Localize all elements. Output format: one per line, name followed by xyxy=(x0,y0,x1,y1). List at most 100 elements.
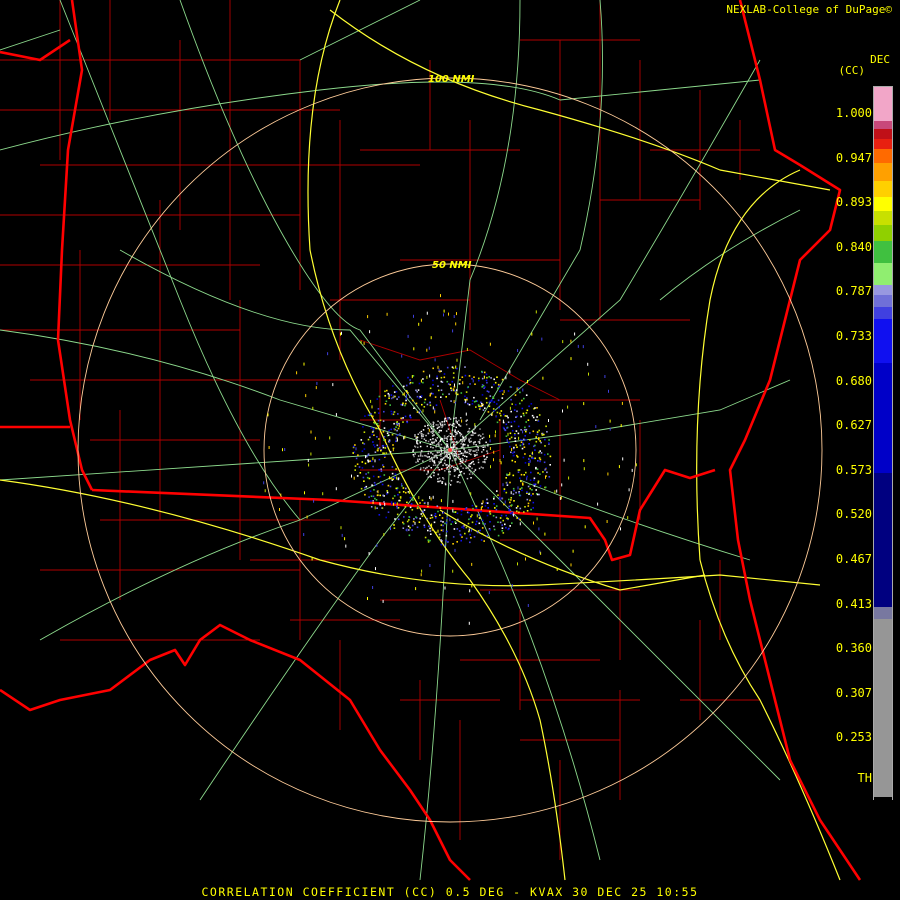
echo-pixel xyxy=(335,413,337,417)
echo-pixel xyxy=(570,563,572,567)
clutter-pixel xyxy=(468,463,470,465)
clutter-pixel xyxy=(485,441,487,444)
echo-pixel xyxy=(474,383,476,385)
echo-pixel xyxy=(471,521,474,524)
clutter-pixel xyxy=(439,480,442,482)
clutter-pixel xyxy=(472,460,474,463)
echo-pixel xyxy=(374,459,376,463)
echo-pixel xyxy=(372,495,375,498)
echo-pixel xyxy=(606,520,608,523)
echo-pixel xyxy=(511,522,513,524)
clutter-pixel xyxy=(442,478,445,480)
clutter-pixel xyxy=(437,420,439,422)
echo-pixel xyxy=(428,346,430,350)
clutter-pixel xyxy=(412,450,414,452)
echo-pixel xyxy=(486,534,488,537)
echo-pixel xyxy=(533,485,536,487)
echo-pixel xyxy=(414,521,416,525)
echo-pixel xyxy=(459,379,461,381)
clutter-pixel xyxy=(440,443,443,446)
clutter-pixel xyxy=(449,473,451,476)
clutter-pixel xyxy=(419,445,422,448)
echo-pixel xyxy=(471,504,474,507)
echo-pixel xyxy=(396,502,398,506)
echo-pixel xyxy=(539,550,541,554)
legend-color-band xyxy=(874,139,892,149)
clutter-pixel xyxy=(440,429,442,432)
clutter-pixel xyxy=(430,445,432,448)
echo-pixel xyxy=(382,446,385,449)
clutter-pixel xyxy=(475,444,477,446)
clutter-pixel xyxy=(427,424,429,427)
echo-pixel xyxy=(434,358,436,362)
clutter-pixel xyxy=(454,435,456,438)
echo-pixel xyxy=(378,458,381,461)
echo-pixel xyxy=(427,505,429,508)
clutter-pixel xyxy=(463,448,465,451)
echo-pixel xyxy=(413,347,415,351)
clutter-pixel xyxy=(467,431,469,433)
echo-pixel xyxy=(386,491,389,494)
clutter-pixel xyxy=(444,451,446,453)
echo-pixel xyxy=(505,491,508,494)
echo-pixel xyxy=(454,401,456,404)
echo-pixel xyxy=(405,397,407,400)
echo-pixel xyxy=(398,499,400,502)
clutter-pixel xyxy=(425,439,427,442)
clutter-pixel xyxy=(435,424,437,426)
legend-color-band xyxy=(874,797,892,813)
echo-pixel xyxy=(528,463,530,466)
echo-pixel xyxy=(310,452,312,456)
echo-pixel xyxy=(522,456,525,459)
echo-pixel xyxy=(397,493,399,496)
echo-pixel xyxy=(370,506,373,508)
echo-pixel xyxy=(393,395,395,399)
echo-pixel xyxy=(423,524,426,527)
echo-pixel xyxy=(402,421,404,423)
clutter-pixel xyxy=(426,466,428,469)
clutter-pixel xyxy=(430,476,432,479)
echo-pixel xyxy=(492,408,495,410)
echo-pixel xyxy=(421,569,423,573)
echo-pixel xyxy=(524,453,526,455)
echo-pixel xyxy=(511,403,513,405)
echo-pixel xyxy=(268,446,270,449)
echo-pixel xyxy=(405,390,408,392)
echo-pixel xyxy=(582,345,584,349)
echo-pixel xyxy=(442,521,444,523)
echo-pixel xyxy=(536,431,539,433)
clutter-pixel xyxy=(458,419,460,422)
echo-pixel xyxy=(475,406,477,408)
echo-pixel xyxy=(479,529,481,532)
clutter-pixel xyxy=(416,436,419,439)
clutter-pixel xyxy=(440,439,442,441)
clutter-pixel xyxy=(482,467,484,469)
clutter-pixel xyxy=(477,449,479,451)
clutter-pixel xyxy=(443,435,446,437)
echo-pixel xyxy=(481,377,484,380)
echo-pixel xyxy=(502,519,504,522)
clutter-pixel xyxy=(459,435,462,437)
echo-pixel xyxy=(460,539,462,542)
clutter-pixel xyxy=(465,459,468,461)
echo-pixel xyxy=(388,397,390,399)
clutter-pixel xyxy=(462,436,464,439)
legend-color-band xyxy=(874,197,892,211)
clutter-pixel xyxy=(453,417,455,420)
echo-pixel xyxy=(514,437,516,440)
clutter-pixel xyxy=(465,423,468,426)
clutter-pixel xyxy=(468,438,470,440)
echo-pixel xyxy=(426,403,429,406)
echo-pixel xyxy=(368,496,370,498)
echo-pixel xyxy=(369,330,371,334)
echo-pixel xyxy=(365,485,368,488)
echo-pixel xyxy=(538,414,541,416)
echo-pixel xyxy=(496,376,498,378)
echo-pixel xyxy=(376,423,379,425)
echo-pixel xyxy=(393,428,396,430)
echo-pixel xyxy=(385,452,388,454)
echo-pixel xyxy=(493,409,495,412)
legend-tick-label: TH xyxy=(857,771,872,785)
clutter-pixel xyxy=(470,449,472,451)
echo-pixel xyxy=(506,438,508,442)
